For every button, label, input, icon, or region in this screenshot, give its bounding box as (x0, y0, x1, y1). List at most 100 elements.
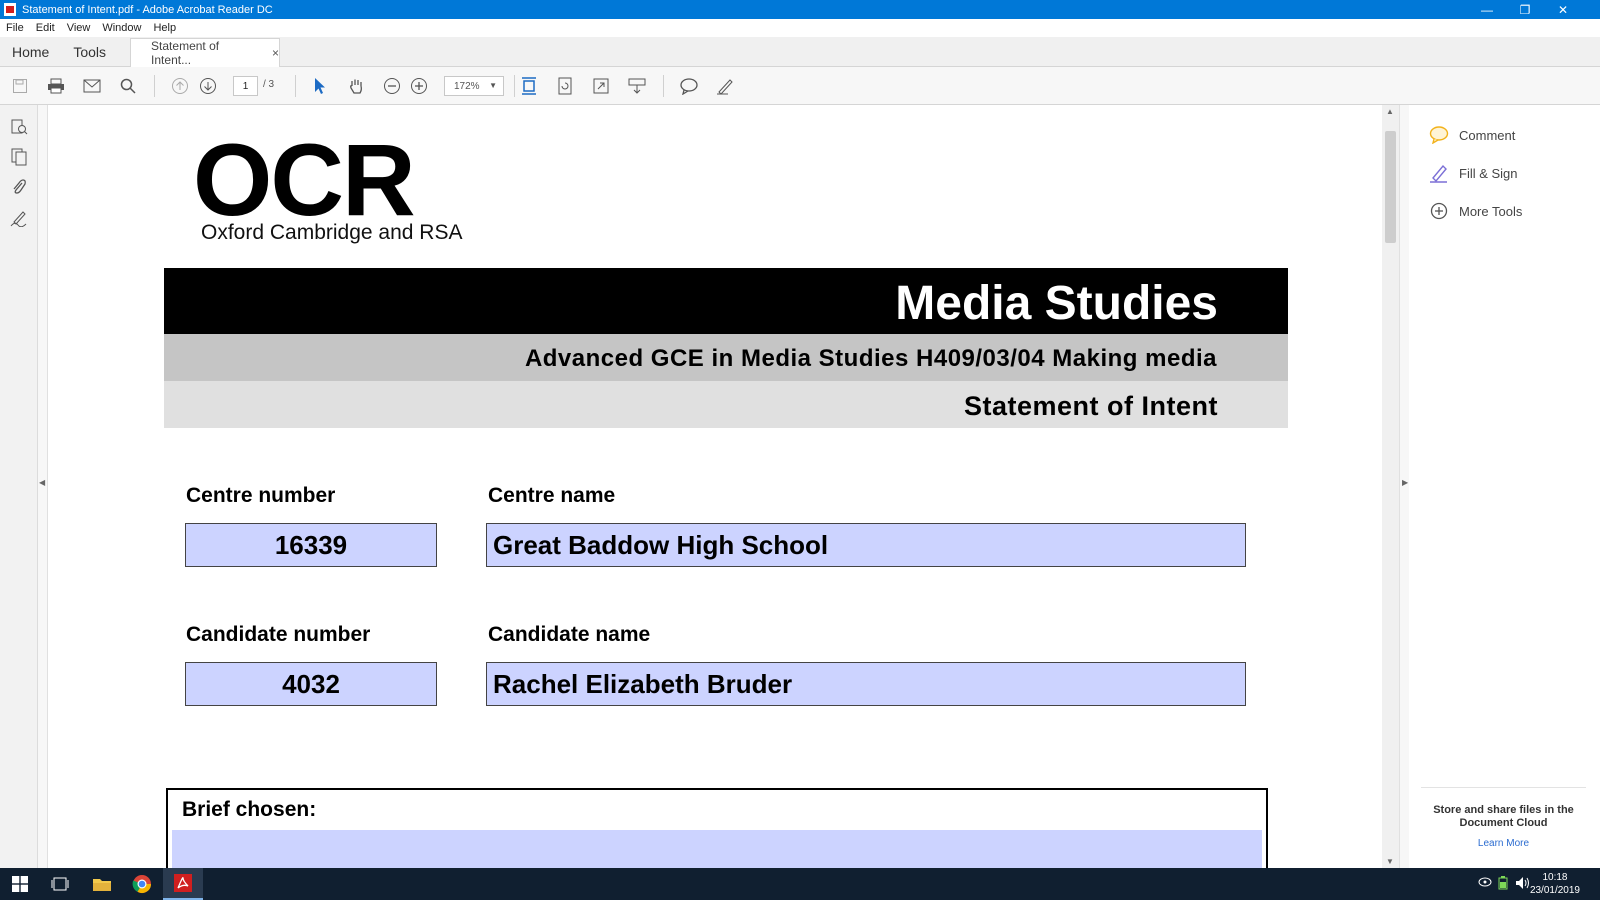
more-tools-icon (1429, 201, 1449, 221)
toolbar-separator (514, 75, 515, 97)
toolbar-separator (663, 75, 664, 97)
menu-file[interactable]: File (6, 22, 24, 34)
select-tool-icon[interactable] (310, 76, 330, 96)
sign-icon[interactable] (715, 76, 735, 96)
acrobat-taskbar-icon[interactable] (163, 868, 203, 900)
volume-tray-icon[interactable] (1515, 876, 1531, 893)
battery-tray-icon[interactable] (1498, 876, 1508, 893)
scrollbar-thumb[interactable] (1385, 131, 1396, 243)
rotate-icon[interactable] (555, 76, 575, 96)
centre-number-field[interactable]: 16339 (185, 523, 437, 567)
pane-divider (1421, 787, 1586, 788)
brief-chosen-field[interactable] (172, 830, 1262, 868)
centre-number-label: Centre number (186, 484, 336, 507)
document-heading: Media Studies (895, 277, 1218, 330)
signature-icon[interactable] (9, 208, 29, 228)
toolbar-separator (154, 75, 155, 97)
title-bar: Statement of Intent.pdf - Adobe Acrobat … (0, 0, 1600, 19)
left-pane-toggle[interactable]: ◀ (38, 105, 48, 868)
chevron-down-icon: ▼ (489, 81, 497, 90)
fill-sign-tool[interactable]: Fill & Sign (1429, 163, 1518, 183)
scroll-down-icon[interactable]: ▼ (1386, 857, 1394, 866)
toolbar: 1 / 3 172% ▼ (0, 67, 1600, 105)
menu-edit[interactable]: Edit (36, 22, 55, 34)
fill-sign-icon (1429, 163, 1449, 183)
tab-document-label: Statement of Intent... (151, 39, 220, 67)
file-explorer-icon[interactable] (82, 868, 122, 900)
attachment-icon[interactable] (9, 177, 29, 197)
zoom-select[interactable]: 172% ▼ (444, 76, 504, 96)
document-subheading: Advanced GCE in Media Studies H409/03/04… (524, 345, 1217, 372)
chevron-left-icon: ◀ (39, 478, 46, 487)
zoom-out-icon[interactable] (382, 76, 402, 96)
left-rail (0, 105, 38, 868)
right-tools-pane: Comment Fill & Sign More Tools Store and… (1409, 105, 1600, 868)
next-page-icon[interactable] (198, 76, 218, 96)
full-screen-icon[interactable] (591, 76, 611, 96)
start-button[interactable] (0, 868, 40, 900)
email-icon[interactable] (82, 76, 102, 96)
tab-document[interactable]: Statement of Intent... × (130, 38, 281, 67)
fill-sign-tool-label: Fill & Sign (1459, 165, 1518, 181)
vertical-scrollbar[interactable]: ▲ ▼ (1382, 105, 1399, 868)
save-icon[interactable] (10, 76, 30, 96)
subheading-band: Advanced GCE in Media Studies H409/03/04… (164, 334, 1288, 381)
close-tab-icon[interactable]: × (272, 46, 279, 60)
tab-tools[interactable]: Tools (61, 37, 118, 66)
acrobat-app-icon (4, 3, 16, 16)
comment-tool-label: Comment (1459, 127, 1516, 143)
task-view-icon[interactable] (40, 868, 80, 900)
comment-icon (1429, 125, 1449, 145)
clock-date: 23/01/2019 (1529, 885, 1580, 896)
document-cloud-text: Store and share files in the Document Cl… (1433, 804, 1574, 829)
right-pane-toggle[interactable]: ▶ (1399, 105, 1409, 868)
candidate-number-field[interactable]: 4032 (185, 662, 437, 706)
search-icon[interactable] (118, 76, 138, 96)
tab-home[interactable]: Home (0, 37, 61, 66)
chevron-right-icon: ▶ (1402, 478, 1409, 487)
centre-name-field[interactable]: Great Baddow High School (486, 523, 1246, 567)
page-number-input[interactable]: 1 (233, 76, 258, 96)
heading-band: Media Studies (164, 268, 1288, 334)
form-title-band: Statement of Intent (164, 381, 1288, 428)
form-title: Statement of Intent (963, 391, 1218, 421)
candidate-name-field[interactable]: Rachel Elizabeth Bruder (486, 662, 1246, 706)
page-total: / 3 (263, 79, 275, 90)
close-window-button[interactable]: ✕ (1544, 0, 1582, 19)
print-icon[interactable] (46, 76, 66, 96)
minimize-button[interactable]: — (1468, 0, 1506, 19)
restore-button[interactable]: ❐ (1506, 0, 1544, 19)
page-thumbnails-icon[interactable] (9, 117, 29, 137)
candidate-number-label: Candidate number (186, 623, 371, 646)
network-tray-icon[interactable] (1478, 876, 1492, 891)
ocr-logo: OCR (193, 123, 416, 237)
taskbar-clock[interactable]: 10:18 23/01/2019 (1530, 871, 1580, 897)
zoom-in-icon[interactable] (409, 76, 429, 96)
toolbar-separator (295, 75, 296, 97)
prev-page-icon[interactable] (170, 76, 190, 96)
fit-page-icon[interactable] (519, 76, 539, 96)
scroll-up-icon[interactable]: ▲ (1386, 107, 1394, 116)
menu-window[interactable]: Window (102, 22, 141, 34)
comment-tool[interactable]: Comment (1429, 125, 1515, 145)
learn-more-link[interactable]: Learn More (1421, 838, 1586, 849)
chrome-icon[interactable] (122, 868, 162, 900)
brief-chosen-label: Brief chosen: (182, 798, 317, 821)
taskbar: 10:18 23/01/2019 (0, 868, 1600, 900)
ocr-logo-subtitle: Oxford Cambridge and RSA (201, 221, 463, 244)
menu-view[interactable]: View (67, 22, 91, 34)
clock-time: 10:18 (1542, 872, 1568, 883)
hand-tool-icon[interactable] (346, 76, 366, 96)
zoom-value: 172% (454, 80, 480, 92)
candidate-name-label: Candidate name (488, 623, 651, 646)
menu-help[interactable]: Help (153, 22, 176, 34)
scroll-mode-icon[interactable] (627, 76, 647, 96)
comment-icon[interactable] (679, 76, 699, 96)
menu-bar: File Edit View Window Help (0, 19, 1600, 37)
brief-chosen-box: Brief chosen: (166, 788, 1268, 868)
more-tools-label: More Tools (1459, 203, 1523, 219)
more-tools-item[interactable]: More Tools (1429, 201, 1522, 221)
pages-icon[interactable] (9, 147, 29, 167)
document-page: OCR Oxford Cambridge and RSA Media Studi… (48, 105, 1382, 868)
centre-name-label: Centre name (488, 484, 616, 507)
